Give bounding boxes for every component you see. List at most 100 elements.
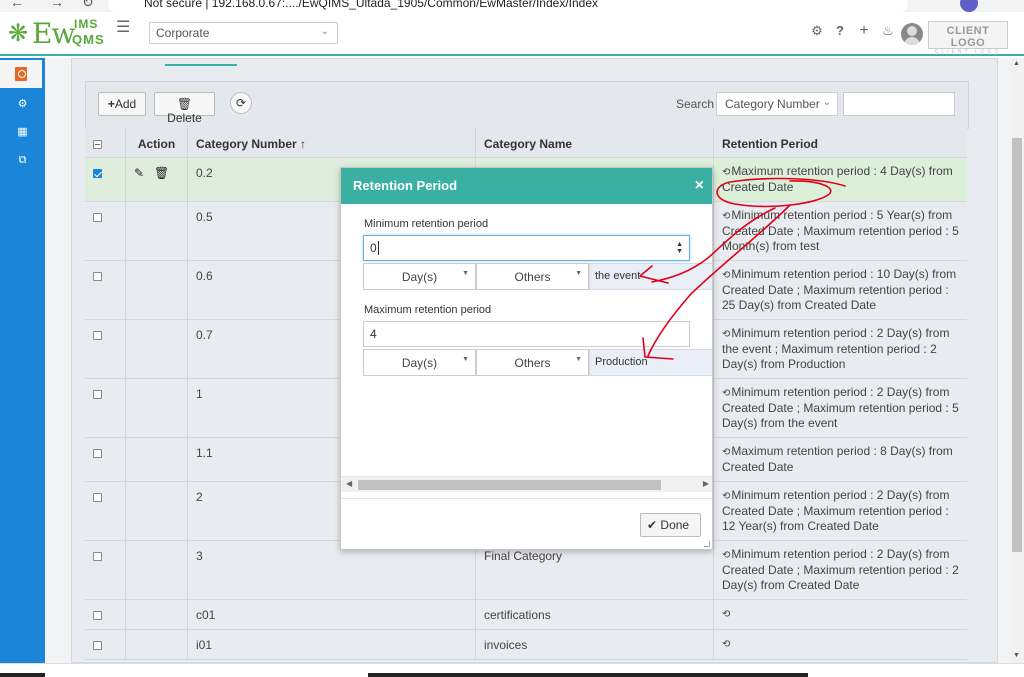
sidebar-item-documents[interactable] [0, 60, 42, 88]
sidebar-item-settings[interactable]: ⚙ [0, 90, 45, 118]
dialog-horizontal-scrollbar[interactable]: ◀ ▶ [341, 476, 712, 492]
min-unit-select[interactable]: Day(s) ▼ [363, 263, 476, 290]
plus-icon[interactable]: + [856, 23, 872, 39]
row-select-cell[interactable] [85, 482, 126, 540]
profile-icon[interactable] [960, 0, 978, 12]
row-checkbox[interactable] [93, 213, 102, 222]
row-select-cell[interactable] [85, 379, 126, 437]
sidebar-item-building[interactable]: ▦ [0, 118, 45, 146]
row-select-cell[interactable] [85, 261, 126, 319]
column-header-category-number[interactable]: Category Number ↑ [188, 128, 476, 157]
history-icon[interactable]: ⟲ [722, 550, 730, 561]
row-select-cell[interactable] [85, 158, 126, 201]
row-select-cell[interactable] [85, 600, 126, 629]
min-retention-input[interactable]: 0 ▲ ▼ [363, 235, 690, 261]
help-icon[interactable]: ? [832, 23, 848, 39]
forward-icon[interactable]: → [50, 0, 64, 10]
bell-icon[interactable]: ♨ [880, 23, 896, 39]
scroll-thumb[interactable] [1012, 138, 1022, 552]
history-icon[interactable]: ⟲ [722, 447, 730, 458]
back-icon[interactable]: ← [10, 0, 24, 10]
caret-down-icon: ▼ [575, 356, 582, 363]
min-reference-field[interactable]: the event [589, 263, 712, 290]
history-icon[interactable]: ⟲ [722, 329, 730, 340]
max-unit-select[interactable]: Day(s) ▼ [363, 349, 476, 376]
table-row[interactable]: c01 certifications ⟲ [85, 600, 967, 630]
scroll-down-icon[interactable]: ▼ [1013, 652, 1020, 659]
cogs-icon: ⚙ [17, 98, 28, 110]
grid-toolbar: +Add 🗑Delete ⟳ Search Category Number ⌄ [85, 81, 969, 129]
max-from-select[interactable]: Others ▼ [476, 349, 589, 376]
row-checkbox[interactable] [93, 552, 102, 561]
search-input[interactable] [843, 92, 955, 116]
row-select-cell[interactable] [85, 202, 126, 260]
dialog-header: Retention Period × [341, 168, 712, 204]
search-field-select[interactable]: Category Number ⌄ [716, 92, 838, 116]
ewqims-logo[interactable]: ❋ Ew IMS QMS [8, 15, 108, 51]
scroll-thumb[interactable] [358, 480, 661, 490]
refresh-button[interactable]: ⟳ [230, 92, 252, 114]
row-checkbox[interactable] [93, 449, 102, 458]
history-icon[interactable]: ⟲ [722, 211, 730, 222]
category-number-cell: c01 [188, 600, 476, 629]
max-reference-field[interactable]: Production [589, 349, 712, 376]
retention-period-cell: ⟲Maximum retention period : 8 Day(s) fro… [714, 438, 967, 481]
row-action-cell [126, 320, 188, 378]
select-all-cell[interactable] [85, 128, 126, 157]
retention-period-cell: ⟲Minimum retention period : 2 Day(s) fro… [714, 541, 967, 599]
delete-button[interactable]: 🗑Delete [154, 92, 215, 125]
hamburger-menu-icon[interactable]: ☰ [116, 20, 130, 36]
row-checkbox[interactable] [93, 169, 102, 178]
retention-period-cell: ⟲Minimum retention period : 2 Day(s) fro… [714, 379, 967, 437]
organization-select[interactable]: Corporate ⌄ [149, 22, 338, 44]
row-select-cell[interactable] [85, 541, 126, 599]
scroll-right-icon[interactable]: ▶ [703, 479, 709, 488]
retention-text: Minimum retention period : 2 Day(s) from… [722, 488, 950, 533]
column-header-retention-period[interactable]: Retention Period [714, 128, 967, 157]
check-icon: ✔ [647, 518, 658, 532]
min-from-select[interactable]: Others ▼ [476, 263, 589, 290]
retention-text: Minimum retention period : 2 Day(s) from… [722, 326, 950, 371]
row-select-cell[interactable] [85, 630, 126, 659]
category-name-cell: certifications [476, 600, 714, 629]
column-header-category-name[interactable]: Category Name [476, 128, 714, 157]
history-icon[interactable]: ⟲ [722, 270, 730, 281]
retention-period-cell: ⟲ [714, 600, 967, 629]
spinner-icon[interactable]: ▲ ▼ [676, 241, 683, 255]
row-checkbox[interactable] [93, 390, 102, 399]
row-checkbox[interactable] [93, 641, 102, 650]
dialog-title: Retention Period [353, 178, 458, 193]
row-checkbox[interactable] [93, 331, 102, 340]
row-checkbox[interactable] [93, 611, 102, 620]
resize-grip[interactable] [704, 541, 710, 547]
address-bar[interactable]: Not secure | 192.168.0.67:..../EwQIMS_Ul… [108, 0, 908, 12]
table-row[interactable]: i01 invoices ⟲ [85, 630, 967, 660]
row-checkbox[interactable] [93, 493, 102, 502]
row-select-cell[interactable] [85, 438, 126, 481]
retention-period-cell: ⟲Maximum retention period : 4 Day(s) fro… [714, 158, 967, 201]
history-icon[interactable]: ⟲ [722, 639, 730, 650]
done-button[interactable]: ✔ Done [640, 513, 701, 537]
gear-icon[interactable]: ⚙ [809, 23, 825, 39]
select-all-checkbox[interactable] [93, 140, 102, 149]
history-icon[interactable]: ⟲ [722, 609, 730, 620]
reload-icon[interactable]: ↻ [82, 0, 94, 11]
sort-asc-icon: ↑ [300, 137, 307, 151]
scroll-left-icon[interactable]: ◀ [346, 479, 352, 488]
row-select-cell[interactable] [85, 320, 126, 378]
history-icon[interactable]: ⟲ [722, 388, 730, 399]
retention-text: Maximum retention period : 4 Day(s) from… [722, 164, 953, 194]
history-icon[interactable]: ⟲ [722, 491, 730, 502]
history-icon[interactable]: ⟲ [722, 167, 730, 178]
edit-icon[interactable]: ✎ [134, 166, 146, 180]
add-button[interactable]: +Add [98, 92, 146, 116]
user-avatar[interactable] [901, 23, 923, 45]
page-scrollbar[interactable]: ▲ ▼ [1010, 58, 1024, 663]
trash-icon[interactable]: 🗑 [154, 166, 169, 180]
sidebar-item-copy[interactable]: ⧉ [0, 146, 45, 174]
scroll-up-icon[interactable]: ▲ [1013, 60, 1020, 67]
close-icon[interactable]: × [695, 177, 704, 195]
row-checkbox[interactable] [93, 272, 102, 281]
row-action-cell [126, 630, 188, 659]
max-retention-input[interactable]: 4 [363, 321, 690, 347]
